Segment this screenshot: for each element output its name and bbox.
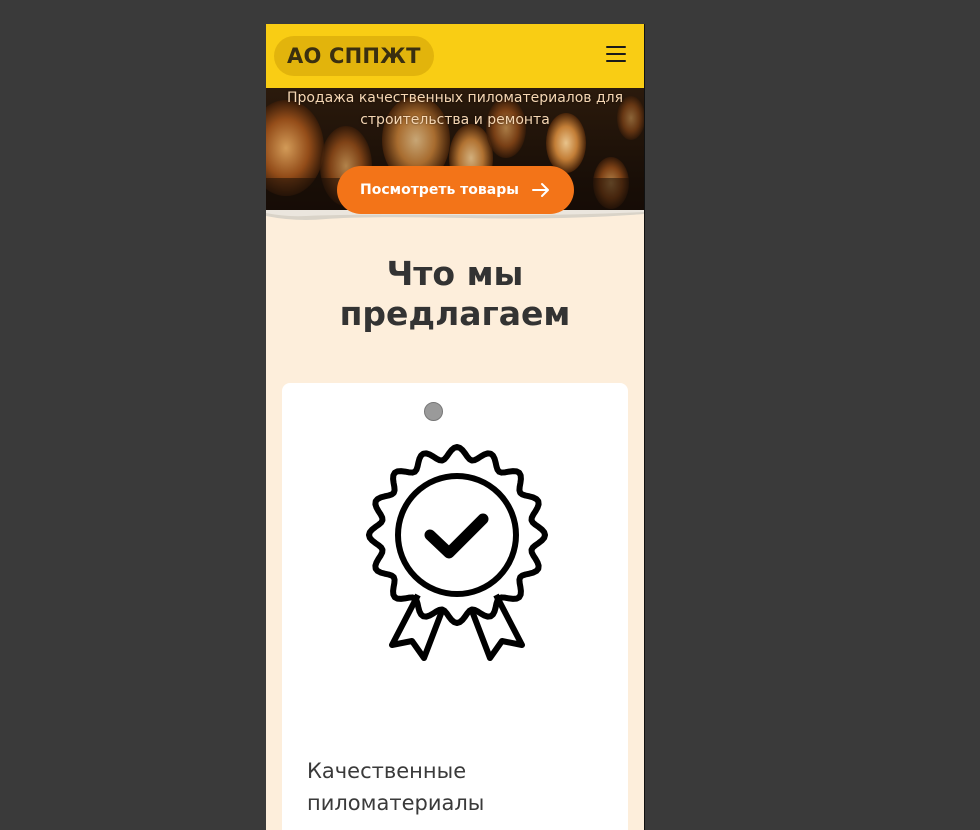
section-title: Что мы предлагаем <box>339 254 571 333</box>
view-products-label: Посмотреть товары <box>360 182 519 198</box>
site-header: АО СППЖТ <box>266 24 644 88</box>
card-title: Качественные пиломатериалы <box>307 759 485 815</box>
card-indicator-dot <box>424 402 443 421</box>
hamburger-menu-icon[interactable] <box>606 46 626 64</box>
view-products-button[interactable]: Посмотреть товары <box>337 166 574 214</box>
site-logo[interactable]: АО СППЖТ <box>274 36 434 76</box>
offer-card: Качественные пиломатериалы <box>282 383 628 830</box>
hero-banner: Продажа качественных пиломатериалов для … <box>266 88 644 214</box>
hero-subtitle: Продажа качественных пиломатериалов для … <box>286 90 624 128</box>
arrow-right-icon <box>532 183 549 197</box>
mobile-viewport: АО СППЖТ Продажа качественных пиломатери… <box>266 24 645 830</box>
quality-badge-check-icon <box>366 444 548 661</box>
